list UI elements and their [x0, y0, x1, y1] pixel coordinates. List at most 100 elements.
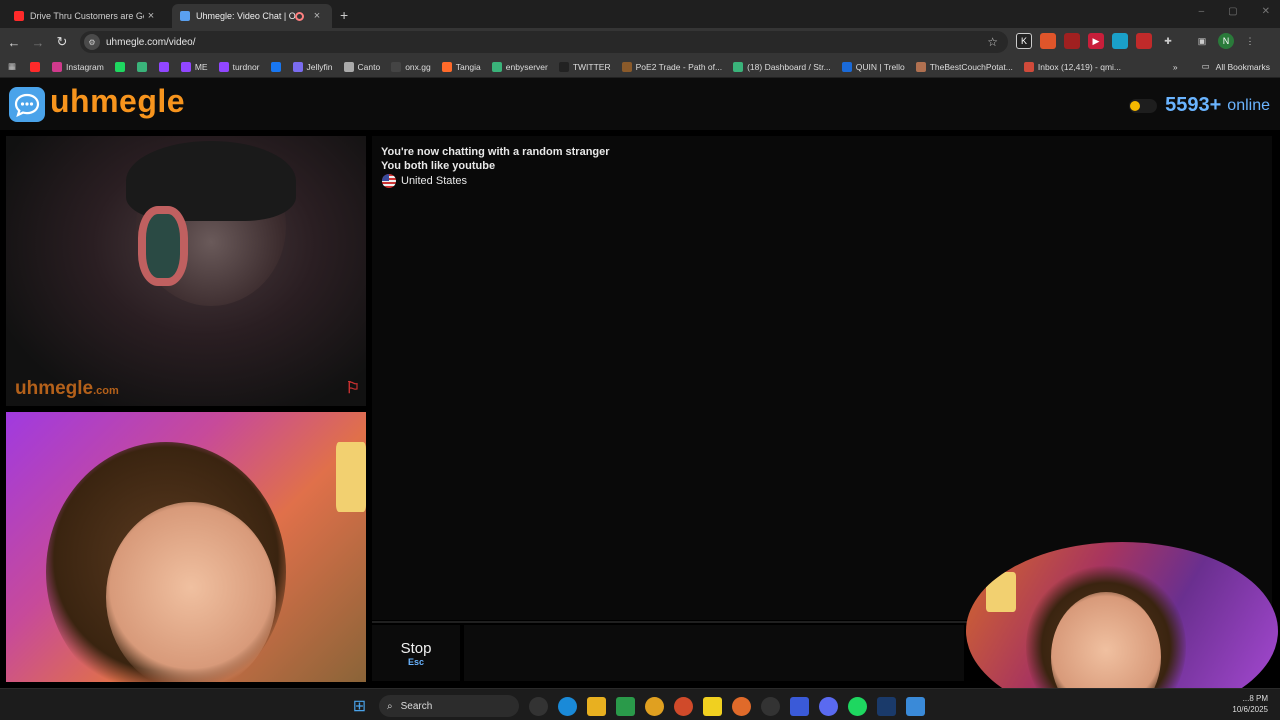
- bookmark-item[interactable]: onx.gg: [391, 61, 431, 72]
- minimize-icon[interactable]: –: [1199, 6, 1205, 17]
- black-app-icon[interactable]: [761, 696, 780, 716]
- bookmark-icon: [343, 61, 354, 72]
- spotify-icon[interactable]: [848, 696, 867, 716]
- bookmark-icon: [136, 61, 147, 72]
- extension-badge-icon[interactable]: [1064, 33, 1080, 49]
- bookmark-label: Jellyfin: [306, 61, 333, 72]
- taskbar-search[interactable]: ⌕ Search: [379, 695, 519, 717]
- us-flag-icon: [382, 174, 396, 188]
- bookmark-item[interactable]: [270, 61, 285, 72]
- back-icon[interactable]: ←: [2, 35, 26, 50]
- bookmark-item[interactable]: TheBestCouchPotat...: [915, 61, 1013, 72]
- bookmark-item[interactable]: QUIN | Trello: [841, 61, 905, 72]
- edge-icon[interactable]: [558, 696, 577, 716]
- theme-toggle[interactable]: [1129, 98, 1158, 113]
- bookmark-item[interactable]: Inbox (12,419) - qmi...: [1023, 61, 1122, 72]
- bookmark-icon: [270, 61, 281, 72]
- bookmark-icon: [1023, 61, 1034, 72]
- maximize-icon[interactable]: ▢: [1228, 6, 1237, 17]
- tab-close-icon[interactable]: ×: [310, 10, 324, 22]
- extension-play-icon[interactable]: ▶: [1088, 33, 1104, 49]
- chat-interest-line: You both like youtube: [381, 160, 496, 172]
- sticky-notes-icon[interactable]: [703, 696, 722, 716]
- bookmark-item[interactable]: Tangia: [441, 61, 481, 72]
- windows-start-icon[interactable]: ⊞: [350, 697, 369, 716]
- notepad-icon[interactable]: [906, 696, 925, 716]
- extension-translate-icon[interactable]: [1112, 33, 1128, 49]
- bookmark-item[interactable]: Canto: [343, 61, 381, 72]
- menu-kebab-icon[interactable]: ⋮: [1242, 33, 1258, 49]
- folder-icon: ▭: [1201, 61, 1210, 71]
- tab-close-icon[interactable]: ×: [144, 10, 158, 22]
- clock-time: ...8 PM: [1242, 694, 1268, 703]
- search-label: Search: [400, 700, 433, 712]
- side-panel-icon[interactable]: ▣: [1194, 33, 1210, 49]
- profile-avatar[interactable]: N: [1218, 33, 1234, 49]
- bookmark-icon: [841, 61, 852, 72]
- stop-button[interactable]: Stop Esc: [372, 625, 460, 681]
- bookmark-item[interactable]: enbyserver: [491, 61, 548, 72]
- all-bookmarks-link[interactable]: All Bookmarks: [1216, 62, 1270, 72]
- bookmark-label: onx.gg: [405, 61, 431, 72]
- stop-hotkey: Esc: [407, 657, 424, 667]
- window-controls: – ▢ ✕: [1199, 6, 1270, 17]
- report-flag-icon[interactable]: ⚐: [346, 378, 360, 398]
- bookmark-item[interactable]: ME: [180, 61, 208, 72]
- own-face: [106, 502, 276, 682]
- steam-icon[interactable]: [877, 696, 896, 716]
- bookmark-icon: [114, 61, 125, 72]
- bookmark-item[interactable]: [30, 61, 44, 72]
- browser-toolbar: ← → ↻ ⚙ uhmegle.com/video/ ☆ K ▶ ✚ ▣ N ⋮: [0, 28, 1280, 56]
- address-bar[interactable]: ⚙ uhmegle.com/video/ ☆: [80, 31, 1008, 53]
- chrome-icon[interactable]: [645, 696, 664, 716]
- blue-app-icon[interactable]: [790, 696, 809, 716]
- bookmark-item[interactable]: (18) Dashboard / Str...: [733, 61, 831, 72]
- task-view-icon[interactable]: [529, 696, 548, 716]
- bookmark-item[interactable]: turdnor: [218, 61, 260, 72]
- bookmark-item[interactable]: [136, 61, 151, 72]
- extension-fox-icon[interactable]: [1040, 33, 1056, 49]
- bookmarks-bar: ▦ Instagram ME turdnor Jellyfin Canto onx.gg T…: [0, 56, 1280, 78]
- orange-app-icon[interactable]: [674, 696, 693, 716]
- discord-icon[interactable]: [819, 696, 838, 716]
- tab-youtube[interactable]: Drive Thru Customers are Getti ×: [6, 4, 166, 28]
- url-text[interactable]: uhmegle.com/video/: [106, 37, 196, 48]
- bookmark-item[interactable]: Instagram: [52, 61, 104, 72]
- extension-k-icon[interactable]: K: [1016, 33, 1032, 49]
- close-window-icon[interactable]: ✕: [1262, 6, 1270, 17]
- forward-icon[interactable]: →: [26, 35, 50, 50]
- online-counter: 5593+ online: [1129, 94, 1270, 117]
- extension-red-icon[interactable]: [1136, 33, 1152, 49]
- bookmark-item[interactable]: [114, 61, 129, 72]
- bookmark-label: Inbox (12,419) - qmi...: [1037, 61, 1122, 72]
- bookmark-icon: [218, 61, 229, 72]
- chat-divider: [372, 621, 972, 623]
- site-info-icon[interactable]: ⚙: [84, 34, 100, 50]
- tab-uhmegle[interactable]: Uhmegle: Video Chat | Ome ×: [172, 4, 332, 28]
- bookmark-item[interactable]: PoE2 Trade - Path of...: [621, 61, 723, 72]
- bookmarks-overflow-icon[interactable]: »: [1173, 62, 1178, 72]
- reload-icon[interactable]: ↻: [50, 34, 74, 50]
- extensions-puzzle-icon[interactable]: ✚: [1160, 33, 1176, 49]
- bookmark-label: PoE2 Trade - Path of...: [635, 61, 723, 72]
- watermark-suffix: .com: [93, 385, 119, 397]
- bookmark-item[interactable]: TWITTER: [558, 61, 611, 72]
- bookmark-item[interactable]: [158, 61, 173, 72]
- bookmark-label: TheBestCouchPotat...: [929, 61, 1013, 72]
- bookmark-label: (18) Dashboard / Str...: [747, 61, 831, 72]
- bookmark-label: Instagram: [66, 61, 104, 72]
- new-tab-button[interactable]: +: [340, 7, 348, 23]
- firefox-icon[interactable]: [732, 696, 751, 716]
- bookmark-label: Canto: [357, 61, 381, 72]
- site-logo[interactable]: uhmegle: [50, 83, 185, 120]
- online-label: online: [1227, 96, 1270, 114]
- system-clock[interactable]: ...8 PM 10/6/2025: [1232, 693, 1268, 715]
- file-explorer-icon[interactable]: [587, 696, 606, 716]
- bookmark-icon: [180, 61, 191, 72]
- chat-bubble-logo-icon[interactable]: [9, 87, 45, 122]
- bookmark-item[interactable]: Jellyfin: [292, 61, 333, 72]
- message-input[interactable]: [464, 625, 964, 681]
- bookmark-star-icon[interactable]: ☆: [987, 35, 998, 49]
- apps-grid-icon[interactable]: ▦: [8, 61, 16, 72]
- terminal-icon[interactable]: [616, 696, 635, 716]
